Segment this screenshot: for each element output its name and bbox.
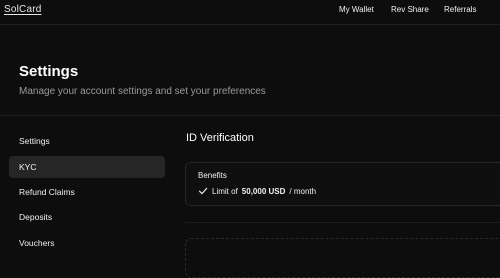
benefit-limit-amount: 50,000 USD <box>241 186 286 196</box>
sidebar-item-settings[interactable]: Settings <box>9 130 165 152</box>
check-icon <box>198 187 208 195</box>
sidebar-item-vouchers[interactable]: Vouchers <box>9 232 165 254</box>
sidebar-item-deposits[interactable]: Deposits <box>9 206 165 228</box>
solcard-logo[interactable]: SolCard <box>4 4 42 15</box>
top-navigation-bar: SolCard My Wallet Rev Share Referrals <box>0 0 500 25</box>
nav-my-wallet[interactable]: My Wallet <box>339 5 374 14</box>
nav-referrals[interactable]: Referrals <box>444 5 476 14</box>
page-title: Settings <box>19 63 79 80</box>
benefits-title: Benefits <box>198 171 227 180</box>
sidebar-item-refund-claims[interactable]: Refund Claims <box>9 181 165 203</box>
upload-dropzone[interactable] <box>185 238 500 278</box>
benefit-limit-suffix: / month <box>289 186 317 196</box>
sidebar-item-kyc[interactable]: KYC <box>9 156 165 178</box>
nav-rev-share[interactable]: Rev Share <box>391 5 429 14</box>
section-title-id-verification: ID Verification <box>186 132 254 144</box>
benefit-limit-prefix: Limit of <box>212 186 238 196</box>
page-subtitle: Manage your account settings and set you… <box>19 86 266 97</box>
header-divider <box>0 115 500 116</box>
content-divider <box>185 222 500 223</box>
benefits-card: Benefits Limit of 50,000 USD / month <box>185 162 500 206</box>
benefit-limit-row: Limit of 50,000 USD / month <box>198 185 316 197</box>
